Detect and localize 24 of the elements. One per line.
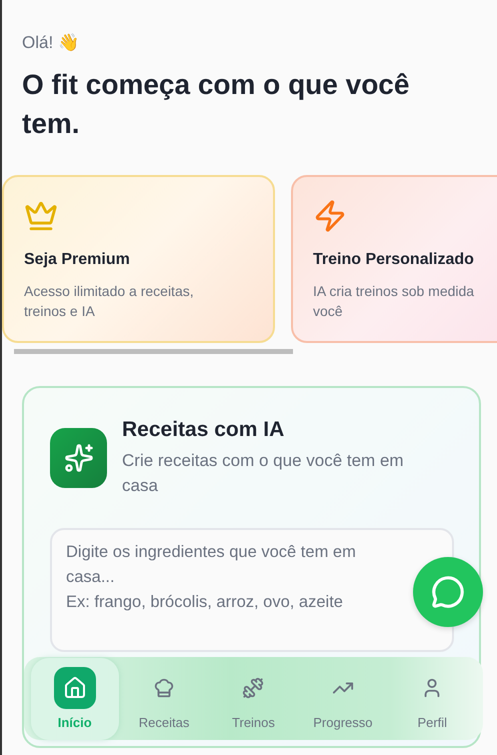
- recipe-title: Receitas com IA: [122, 418, 286, 442]
- promo-description: IA cria treinos sob medida você: [313, 282, 476, 321]
- dumbbell-icon: [242, 677, 264, 699]
- scrollbar[interactable]: [14, 349, 293, 354]
- nav-item[interactable]: Início: [30, 658, 119, 740]
- promo-title: Seja Premium: [24, 251, 131, 269]
- chat-icon: [431, 575, 465, 609]
- promo-title: Treino Personalizado: [313, 251, 475, 269]
- lightning-icon: [313, 199, 347, 233]
- chef-hat-icon: [153, 677, 176, 699]
- promo-card[interactable]: Treino Personalizado IA cria treinos sob medida você: [291, 175, 497, 343]
- crown-icon: [24, 199, 58, 233]
- promo-card[interactable]: Seja Premium Acesso ilimitado a receitas, treinos e IA: [2, 175, 275, 343]
- home-icon: [54, 667, 96, 709]
- recipe-subtitle: Crie receitas com o que você tem em casa: [122, 450, 405, 497]
- sparkles-icon: [50, 428, 107, 488]
- nav-item[interactable]: Progresso: [298, 658, 387, 740]
- ingredients-field[interactable]: Digite os ingredientes que você tem em casa... Ex: frango, brócolis, arroz, ovo, azeite: [50, 528, 454, 652]
- greeting: Olá! 👋: [22, 32, 80, 53]
- headline: O fit começa com o que você tem.: [22, 68, 410, 141]
- nav-item[interactable]: Perfil: [388, 658, 476, 740]
- nav-item[interactable]: Treinos: [209, 658, 298, 740]
- nav-item[interactable]: Receitas: [120, 658, 208, 740]
- promo-description: Acesso ilimitado a receitas, treinos e IA: [24, 282, 195, 321]
